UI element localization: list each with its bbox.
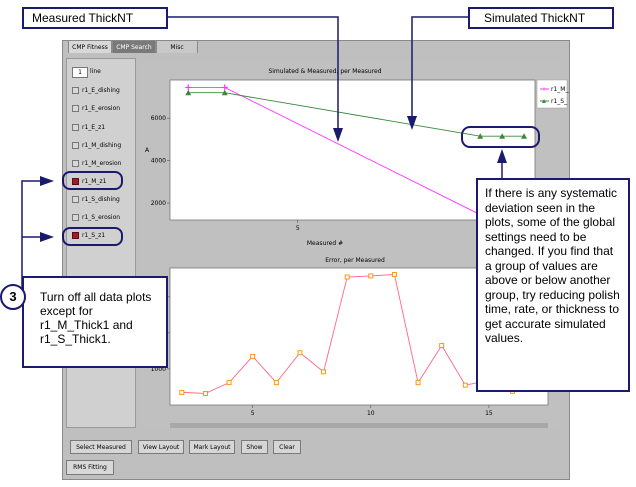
step-text: Turn off all data plots except for r1_M_… — [40, 290, 152, 346]
measured-arrowhead-icon — [333, 128, 343, 142]
note-callout: If there is any systematic deviation see… — [476, 178, 630, 392]
simulated-callout: Simulated ThickNT — [468, 7, 614, 29]
highlight-ellipse — [62, 227, 123, 246]
step-callout: Turn off all data plots except for r1_M_… — [22, 276, 168, 368]
measured-pointer-line — [167, 16, 339, 128]
highlight-ellipse — [461, 126, 540, 148]
note-arrowhead-icon — [497, 149, 507, 163]
measured-callout: Measured ThickNT — [22, 7, 168, 29]
simulated-pointer-line — [411, 16, 468, 116]
step-number-badge: 3 — [0, 284, 26, 310]
step-arrowhead-icon — [40, 176, 54, 186]
highlight-ellipse — [62, 171, 123, 190]
step-arrowhead-icon — [40, 232, 54, 242]
simulated-arrowhead-icon — [407, 116, 417, 130]
